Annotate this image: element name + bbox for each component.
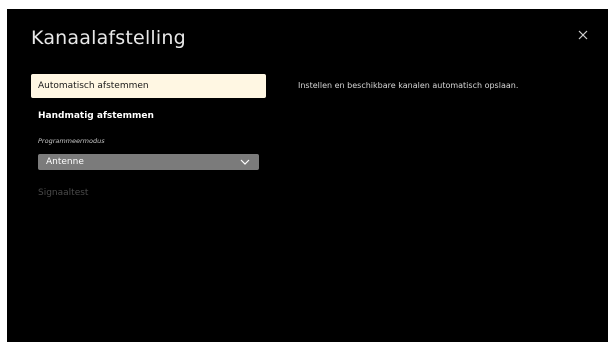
program-mode-dropdown[interactable]: Antenne	[38, 154, 259, 170]
option-description: Instellen en beschikbare kanalen automat…	[298, 81, 519, 90]
menu-item-manual-tuning[interactable]: Handmatig afstemmen	[31, 104, 266, 128]
menu-item-auto-tuning[interactable]: Automatisch afstemmen	[31, 74, 266, 98]
close-button[interactable]	[575, 27, 591, 43]
program-mode-label: Programmeermodus	[38, 137, 105, 145]
menu-item-signal-test: Signaaltest	[38, 188, 89, 198]
close-icon	[578, 30, 588, 40]
chevron-down-icon	[240, 159, 250, 165]
program-mode-value: Antenne	[46, 157, 84, 167]
page-title: Kanaalafstelling	[31, 27, 186, 49]
channel-setup-screen: Kanaalafstelling Automatisch afstemmen H…	[7, 9, 608, 342]
